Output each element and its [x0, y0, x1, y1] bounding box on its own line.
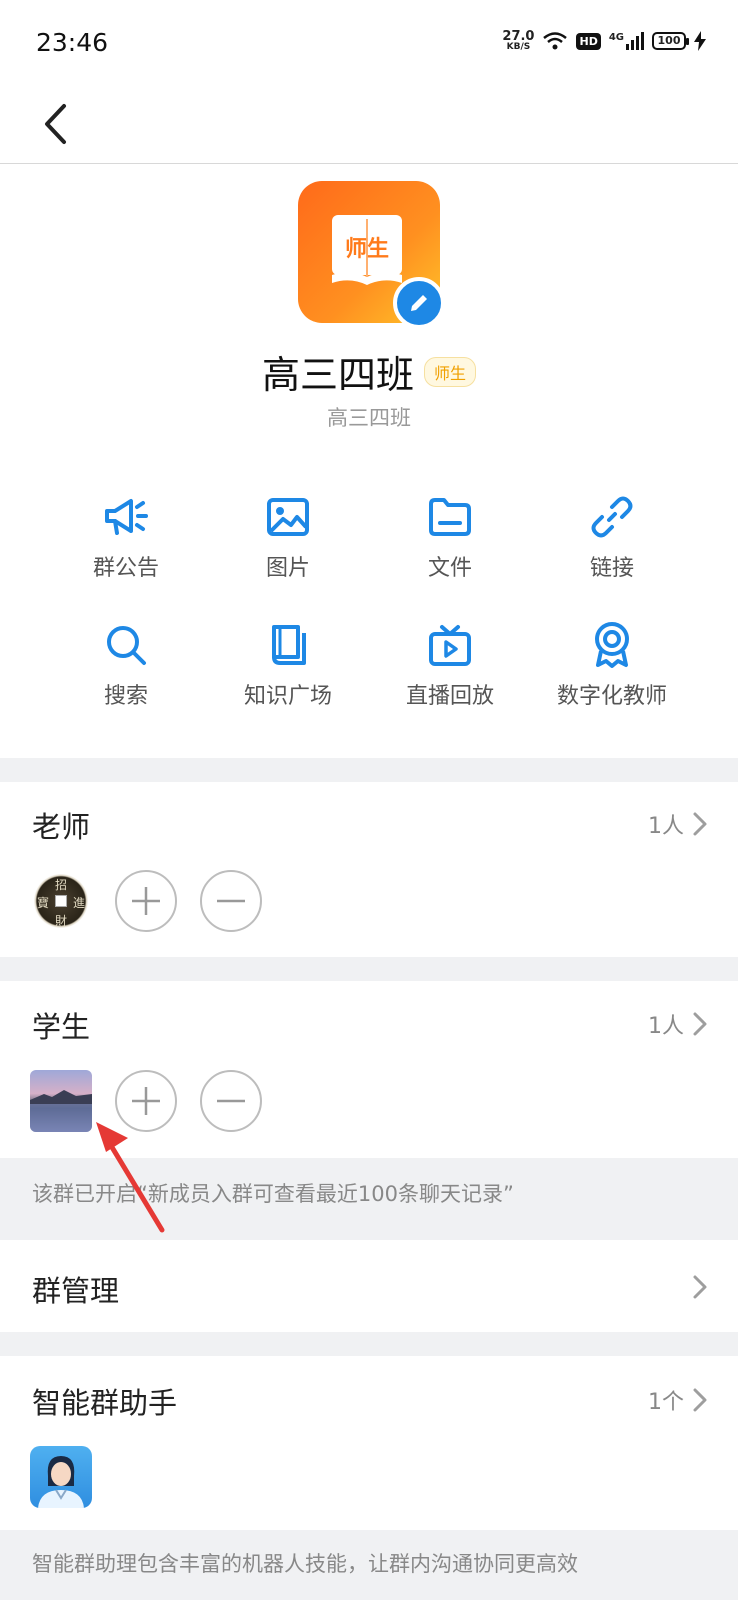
feature-label: 图片 [265, 556, 310, 581]
students-count: 1人 [648, 1014, 684, 1039]
students-title: 学生 [32, 1010, 91, 1044]
search-icon [103, 622, 149, 668]
assistant-count: 1个 [648, 1390, 684, 1415]
feature-label: 知识广场 [243, 684, 332, 709]
plus-icon [132, 887, 160, 915]
plus-icon [132, 1087, 160, 1115]
tv-icon [427, 622, 473, 668]
coin-char: 招 [55, 878, 68, 892]
teachers-title: 老师 [32, 810, 91, 844]
section-divider [0, 758, 738, 782]
feature-grid: 群公告 图片 文件 链接 搜索 知识广场 直播回放 数字化教师 [45, 494, 693, 710]
teachers-count-link[interactable]: 1人 [648, 808, 708, 840]
chevron-right-icon [693, 1388, 707, 1412]
network-speed-unit: KB/S [506, 42, 531, 52]
back-button[interactable] [30, 94, 80, 154]
student-avatar[interactable] [30, 1070, 92, 1132]
students-count-link[interactable]: 1人 [648, 1008, 708, 1040]
assistant-description: 智能群助理包含丰富的机器人技能，让群内沟通协同更高效 [32, 1552, 578, 1576]
edit-avatar-button[interactable] [393, 277, 445, 329]
add-teacher-button[interactable] [115, 870, 177, 932]
feature-label: 链接 [589, 556, 634, 581]
folder-icon [427, 494, 473, 540]
assistant-title: 智能群助手 [32, 1386, 178, 1420]
landscape-image [30, 1090, 92, 1132]
feature-label: 直播回放 [405, 684, 494, 709]
remove-student-button[interactable] [200, 1070, 262, 1132]
section-divider [0, 957, 738, 981]
link-icon [589, 494, 635, 540]
charging-icon [694, 31, 706, 51]
remove-teacher-button[interactable] [200, 870, 262, 932]
megaphone-icon [103, 494, 149, 540]
status-icons: 27.0 KB/S HD 4G 100 [502, 30, 706, 52]
role-tag: 师生 [424, 356, 477, 387]
coin-char: 進 [73, 896, 86, 910]
nav-bar [0, 86, 738, 164]
book-icon [265, 622, 311, 668]
teachers-count: 1人 [648, 814, 684, 839]
coin-hole [55, 895, 67, 907]
group-manage-title: 群管理 [32, 1274, 120, 1308]
group-manage-row[interactable]: 群管理 [0, 1240, 738, 1332]
group-avatar-text: 师生 [344, 237, 389, 262]
feature-live-replay[interactable]: 直播回放 [369, 622, 531, 710]
image-icon [265, 494, 311, 540]
feature-label: 文件 [427, 556, 472, 581]
chevron-right-icon [693, 812, 707, 836]
wifi-icon [543, 32, 568, 50]
feature-files[interactable]: 文件 [369, 494, 531, 582]
pencil-icon [411, 295, 427, 311]
chevron-right-icon [693, 1012, 707, 1036]
coin-char: 寶 [37, 896, 50, 910]
section-divider [0, 1332, 738, 1356]
assistant-description-band: 智能群助理包含丰富的机器人技能，让群内沟通协同更高效 [0, 1530, 738, 1600]
group-name-row: 高三四班 师生 [0, 344, 738, 399]
assistant-person-image [38, 1456, 84, 1508]
teacher-avatar[interactable]: 招 進 財 寶 [30, 870, 92, 932]
award-icon [589, 622, 635, 668]
feature-label: 数字化教师 [556, 684, 667, 709]
teachers-member-row: 招 進 財 寶 [30, 870, 262, 932]
feature-digital-teacher[interactable]: 数字化教师 [531, 622, 693, 710]
hd-badge: HD [576, 32, 601, 50]
battery-icon: 100 [652, 32, 689, 50]
feature-label: 群公告 [92, 556, 159, 581]
coin-char: 財 [55, 914, 68, 928]
status-bar: 23:46 27.0 KB/S HD 4G 100 [0, 0, 738, 86]
feature-links[interactable]: 链接 [531, 494, 693, 582]
back-arrow-icon [45, 104, 66, 144]
assistant-avatar[interactable] [30, 1446, 92, 1508]
feature-label: 搜索 [103, 684, 148, 709]
book-logo: 师生 [330, 211, 404, 291]
minus-icon [217, 899, 245, 903]
feature-search[interactable]: 搜索 [45, 622, 207, 710]
annotation-arrow [96, 1122, 165, 1233]
feature-images[interactable]: 图片 [207, 494, 369, 582]
feature-announcement[interactable]: 群公告 [45, 494, 207, 582]
group-name[interactable]: 高三四班 [262, 344, 414, 399]
feature-knowledge-square[interactable]: 知识广场 [207, 622, 369, 710]
chevron-right-icon [693, 1275, 707, 1299]
network-speed: 27.0 KB/S [502, 30, 534, 52]
status-time: 23:46 [36, 28, 109, 57]
group-subname: 高三四班 [327, 406, 411, 430]
minus-icon [217, 1099, 245, 1103]
network-type: 4G [608, 32, 624, 43]
signal-icon: 4G [609, 32, 644, 50]
assistant-count-link[interactable]: 1个 [648, 1384, 708, 1416]
